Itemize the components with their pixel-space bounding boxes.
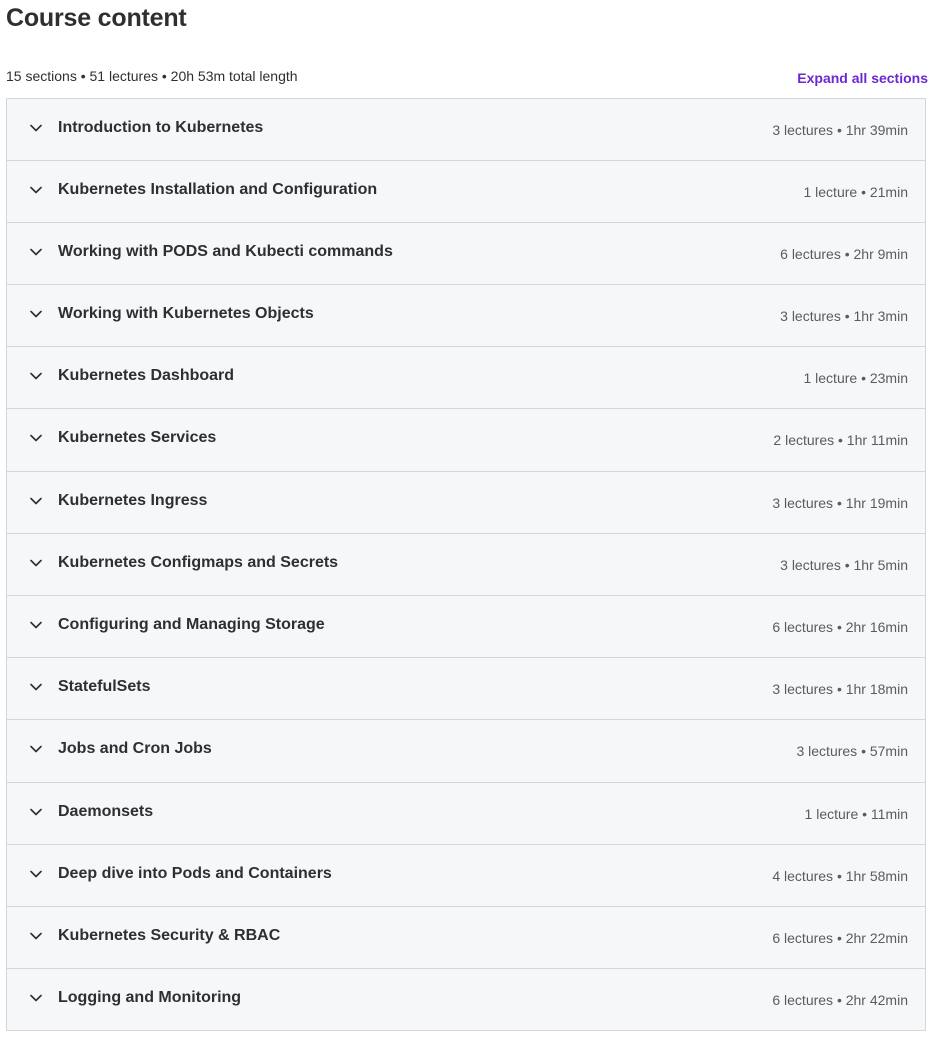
section-meta: 1 lecture • 23min	[803, 369, 908, 386]
section-title: Deep dive into Pods and Containers	[58, 864, 332, 882]
section-meta: 3 lectures • 57min	[796, 743, 908, 759]
course-summary-row: 15 sections • 51 lectures • 20h 53m tota…	[6, 66, 928, 86]
section-meta: 1 lecture • 11min	[804, 805, 908, 822]
section-meta: 6 lectures • 2hr 9min	[780, 245, 908, 262]
section-row[interactable]: StatefulSets 3 lectures • 1hr 18min	[7, 658, 925, 720]
section-title: Jobs and Cron Jobs	[58, 740, 212, 757]
section-row[interactable]: Kubernetes Security & RBAC 6 lectures • …	[7, 907, 925, 969]
page-title: Course content	[6, 4, 187, 32]
chevron-down-icon	[29, 494, 43, 508]
section-row[interactable]: Logging and Monitoring 6 lectures • 2hr …	[7, 969, 925, 1030]
chevron-down-icon	[29, 245, 43, 259]
section-title: Kubernetes Dashboard	[58, 366, 235, 384]
section-title: Introduction to Kubernetes	[58, 118, 264, 136]
section-title: Daemonsets	[58, 802, 154, 820]
section-row[interactable]: Kubernetes Installation and Configuratio…	[7, 161, 925, 223]
section-row[interactable]: Kubernetes Ingress 3 lectures • 1hr 19mi…	[7, 472, 925, 534]
chevron-down-icon	[29, 556, 43, 570]
section-title: Kubernetes Installation and Configuratio…	[58, 180, 378, 198]
section-row[interactable]: Jobs and Cron Jobs 3 lectures • 57min	[7, 720, 925, 783]
section-title: Configuring and Managing Storage	[58, 615, 325, 633]
section-title: Kubernetes Services	[58, 429, 217, 446]
chevron-down-icon	[29, 867, 43, 881]
section-title: Kubernetes Ingress	[58, 491, 208, 509]
section-meta: 6 lectures • 2hr 16min	[772, 618, 908, 635]
section-row[interactable]: Configuring and Managing Storage 6 lectu…	[7, 596, 925, 658]
section-title: StatefulSets	[58, 677, 151, 695]
section-row[interactable]: Working with Kubernetes Objects 3 lectur…	[7, 285, 925, 347]
chevron-down-icon	[29, 991, 43, 1005]
chevron-down-icon	[29, 618, 43, 632]
section-meta: 2 lectures • 1hr 11min	[773, 432, 908, 448]
section-title: Working with PODS and Kubecti commands	[58, 242, 393, 260]
section-meta: 1 lecture • 21min	[803, 183, 908, 200]
course-summary: 15 sections • 51 lectures • 20h 53m tota…	[6, 68, 298, 84]
chevron-down-icon	[29, 929, 43, 943]
chevron-down-icon	[29, 742, 43, 756]
chevron-down-icon	[29, 183, 43, 197]
section-meta: 6 lectures • 2hr 42min	[772, 991, 908, 1008]
chevron-down-icon	[29, 680, 43, 694]
chevron-down-icon	[29, 369, 43, 383]
section-title: Logging and Monitoring	[58, 988, 242, 1006]
chevron-down-icon	[29, 121, 43, 135]
section-row[interactable]: Kubernetes Dashboard 1 lecture • 23min	[7, 347, 925, 409]
section-row[interactable]: Working with PODS and Kubecti commands 6…	[7, 223, 925, 285]
sections-accordion: Introduction to Kubernetes 3 lectures • …	[6, 98, 926, 1031]
section-title: Working with Kubernetes Objects	[58, 304, 314, 322]
section-row[interactable]: Deep dive into Pods and Containers 4 lec…	[7, 845, 925, 907]
section-row[interactable]: Introduction to Kubernetes 3 lectures • …	[7, 99, 925, 161]
section-meta: 4 lectures • 1hr 58min	[772, 867, 908, 884]
chevron-down-icon	[29, 307, 43, 321]
section-row[interactable]: Daemonsets 1 lecture • 11min	[7, 783, 925, 845]
section-meta: 3 lectures • 1hr 18min	[772, 680, 908, 697]
chevron-down-icon	[29, 431, 43, 445]
section-meta: 3 lectures • 1hr 19min	[772, 494, 908, 511]
section-row[interactable]: Kubernetes Services 2 lectures • 1hr 11m…	[7, 409, 925, 472]
section-meta: 3 lectures • 1hr 3min	[780, 307, 908, 324]
chevron-down-icon	[29, 805, 43, 819]
section-meta: 6 lectures • 2hr 22min	[772, 929, 908, 946]
section-meta: 3 lectures • 1hr 5min	[780, 556, 908, 573]
expand-all-sections-button[interactable]: Expand all sections	[797, 70, 928, 86]
section-row[interactable]: Kubernetes Configmaps and Secrets 3 lect…	[7, 534, 925, 596]
section-title: Kubernetes Security & RBAC	[58, 926, 281, 944]
section-meta: 3 lectures • 1hr 39min	[772, 121, 908, 138]
section-title: Kubernetes Configmaps and Secrets	[58, 553, 339, 571]
